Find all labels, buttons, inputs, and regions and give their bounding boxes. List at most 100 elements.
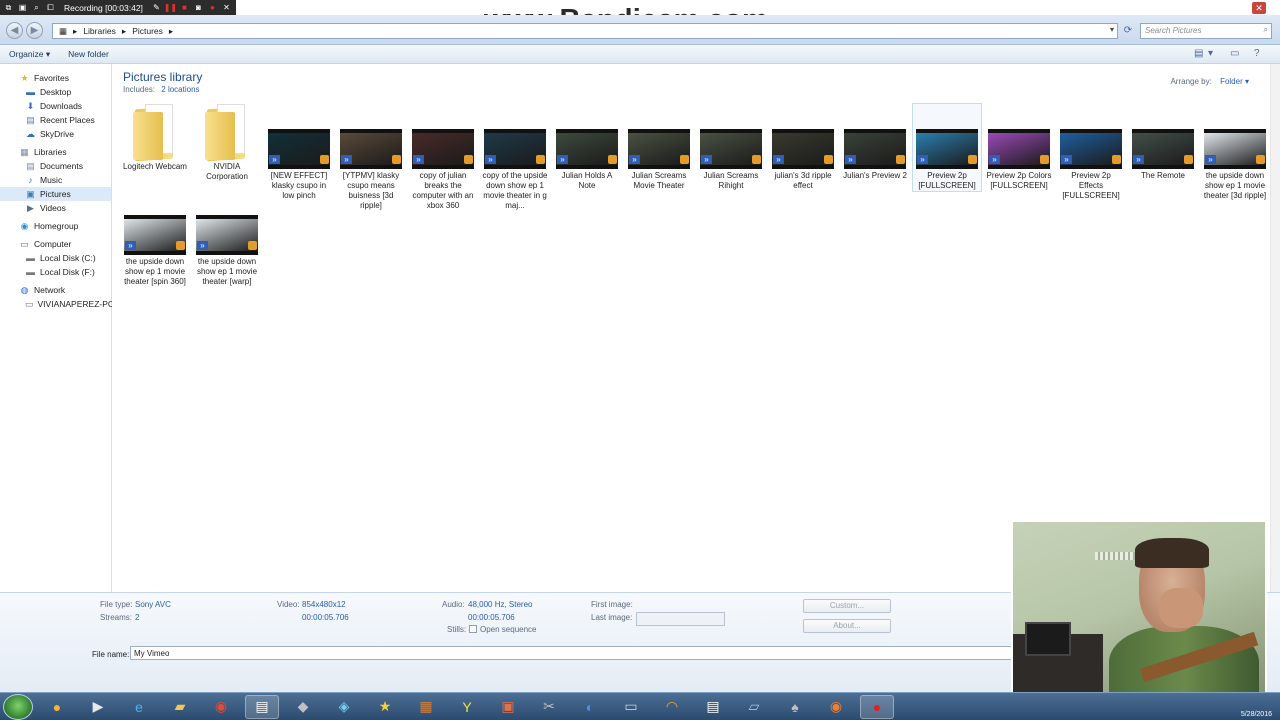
nav-recent-places[interactable]: ▤ Recent Places — [0, 113, 111, 127]
taskbar-app-icon[interactable]: ◈ — [327, 695, 361, 719]
video-item[interactable]: » the upside down show ep 1 movie theater… — [1201, 104, 1269, 201]
camera-icon[interactable]: ◙ — [194, 3, 203, 12]
about-button[interactable]: About... — [803, 619, 891, 633]
nav-computer[interactable]: ▭ Computer — [0, 237, 111, 251]
breadcrumb-libraries[interactable]: Libraries — [77, 26, 122, 36]
close-icon[interactable]: ✕ — [222, 3, 231, 12]
video-thumbnail: » — [268, 129, 330, 169]
forward-button[interactable]: ▶ — [26, 22, 43, 39]
play-badge-icon — [680, 155, 689, 164]
taskbar-app-icon[interactable]: ▤ — [696, 695, 730, 719]
chevron-down-icon[interactable]: ▾ — [1110, 25, 1114, 34]
arrange-by-dropdown[interactable]: Folder ▾ — [1220, 77, 1249, 86]
nav-skydrive[interactable]: ☁ SkyDrive — [0, 127, 111, 141]
taskbar-bandicam-icon[interactable]: ● — [860, 694, 894, 719]
nav-downloads[interactable]: ⬇ Downloads — [0, 99, 111, 113]
video-item[interactable]: » The Remote — [1129, 104, 1197, 181]
scrollbar[interactable] — [1270, 64, 1280, 592]
nav-local-disk-f[interactable]: ▬ Local Disk (F:) — [0, 265, 111, 279]
stop-icon[interactable]: ■ — [180, 3, 189, 12]
video-value: 854x480x12 — [302, 600, 346, 609]
nav-network[interactable]: ◍ Network — [0, 283, 111, 297]
nav-network-pc[interactable]: ▭ VIVIANAPEREZ-PC — [0, 297, 114, 311]
locations-link[interactable]: 2 locations — [161, 85, 199, 94]
taskbar-app-icon[interactable]: ★ — [368, 695, 402, 719]
video-item[interactable]: » the upside down show ep 1 movie theater… — [121, 190, 189, 287]
shortcut-arrow-icon: » — [413, 155, 424, 164]
nav-videos[interactable]: ▶ Videos — [0, 201, 111, 215]
taskbar-app-icon[interactable]: ◆ — [286, 695, 320, 719]
video-item[interactable]: » Julian Screams Rihight — [697, 104, 765, 191]
nav-documents[interactable]: ▤ Documents — [0, 159, 111, 173]
back-button[interactable]: ◀ — [6, 22, 23, 39]
nav-homegroup[interactable]: ◉ Homegroup — [0, 219, 111, 233]
preview-pane-icon[interactable]: ▭ — [1230, 48, 1239, 59]
breadcrumb-pictures[interactable]: Pictures — [126, 26, 169, 36]
search-input[interactable]: Search Pictures ⌕ — [1140, 23, 1272, 39]
folder-icon[interactable]: ▣ — [18, 3, 27, 12]
video-thumbnail: » — [1060, 129, 1122, 169]
play-badge-icon — [824, 155, 833, 164]
organize-button[interactable]: Organize ▾ — [0, 49, 59, 60]
taskbar-app-icon[interactable]: ▱ — [737, 695, 771, 719]
video-item[interactable]: » [NEW EFFECT] klasky csupo in low pinch — [265, 104, 333, 201]
restore-icon[interactable]: ⧉ — [4, 3, 13, 12]
view-icon[interactable]: ▤ — [1194, 48, 1203, 59]
taskbar-firefox-icon[interactable]: ◉ — [819, 695, 853, 719]
nav-pictures[interactable]: ▣ Pictures — [0, 187, 111, 201]
play-badge-icon — [1112, 155, 1121, 164]
taskbar-movie-icon[interactable]: ▤ — [245, 694, 279, 719]
taskbar-yahoo-icon[interactable]: Y — [450, 695, 484, 719]
help-icon[interactable]: ? — [1254, 48, 1260, 59]
window-close-button[interactable]: ✕ — [1252, 2, 1266, 14]
folder-item[interactable]: NVIDIA Corporation — [193, 102, 261, 182]
refresh-icon[interactable]: ⟳ — [1120, 23, 1136, 39]
search-icon[interactable]: ⌕ — [32, 3, 41, 12]
video-item[interactable]: » Julian Screams Movie Theater — [625, 104, 693, 191]
taskbar-app-icon[interactable]: ● — [40, 695, 74, 719]
start-button[interactable] — [3, 693, 33, 720]
taskbar-app-icon[interactable]: ▦ — [409, 695, 443, 719]
video-item[interactable]: » copy of the upside down show ep 1 movie… — [481, 104, 549, 211]
folder-item[interactable]: Logitech Webcam — [121, 102, 189, 172]
pencil-icon[interactable]: ✎ — [152, 3, 161, 12]
nav-local-disk-c[interactable]: ▬ Local Disk (C:) — [0, 251, 111, 265]
video-item[interactable]: » Preview 2p Colors [FULLSCREEN] — [985, 104, 1053, 191]
nav-music[interactable]: ♪ Music — [0, 173, 111, 187]
taskbar-app-icon[interactable]: ▭ — [614, 695, 648, 719]
taskbar-audio-icon[interactable]: ◠ — [655, 695, 689, 719]
video-item[interactable]: » the upside down show ep 1 movie theater… — [193, 190, 261, 287]
downloads-icon: ⬇ — [26, 100, 35, 111]
crop-icon[interactable]: ⧠ — [46, 3, 55, 12]
pause-icon[interactable]: ❚❚ — [164, 3, 177, 12]
nav-favorites[interactable]: ★ Favorites — [0, 71, 111, 85]
navigation-pane: ★ Favorites ▬ Desktop ⬇ Downloads ▤ Recent P… — [0, 64, 114, 592]
video-item[interactable]: » [YTPMV] klasky csupo means buisness [3d… — [337, 104, 405, 211]
taskbar-app-icon[interactable]: ♠ — [778, 695, 812, 719]
taskbar-media-icon[interactable]: ▶ — [81, 695, 115, 719]
new-folder-button[interactable]: New folder — [59, 49, 118, 59]
video-item[interactable]: » Julian's Preview 2 — [841, 104, 909, 181]
video-item[interactable]: » Julian Holds A Note — [553, 104, 621, 191]
address-bar[interactable]: ▦ ▸ Libraries ▸ Pictures ▸ ▾ — [52, 23, 1118, 39]
taskbar-explorer-icon[interactable]: ▰ — [163, 695, 197, 719]
chevron-down-icon[interactable]: ▾ — [1208, 48, 1213, 59]
video-item[interactable]: » copy of julian breaks the computer with… — [409, 104, 477, 211]
video-item[interactable]: » Preview 2p Effects [FULLSCREEN] — [1057, 104, 1125, 201]
nav-libraries[interactable]: ▦ Libraries — [0, 145, 111, 159]
custom-button[interactable]: Custom... — [803, 599, 891, 613]
nav-desktop[interactable]: ▬ Desktop — [0, 85, 111, 99]
search-icon[interactable]: ⌕ — [1264, 25, 1268, 35]
file-name-field[interactable]: My Vimeo — [130, 646, 1020, 660]
video-thumbnail: » — [916, 129, 978, 169]
taskbar-chrome-icon[interactable]: ◉ — [204, 695, 238, 719]
video-item[interactable]: » Preview 2p [FULLSCREEN] — [912, 103, 982, 192]
taskbar-app-icon[interactable]: ◐ — [573, 695, 607, 719]
video-item[interactable]: » julian's 3d ripple effect — [769, 104, 837, 191]
record-icon[interactable]: ● — [208, 3, 217, 12]
taskbar-app-icon[interactable]: ▣ — [491, 695, 525, 719]
taskbar-ie-icon[interactable]: e — [122, 695, 156, 719]
taskbar-app-icon[interactable]: ✂ — [532, 695, 566, 719]
last-image-field[interactable] — [636, 612, 725, 626]
open-sequence-checkbox[interactable] — [469, 625, 477, 633]
